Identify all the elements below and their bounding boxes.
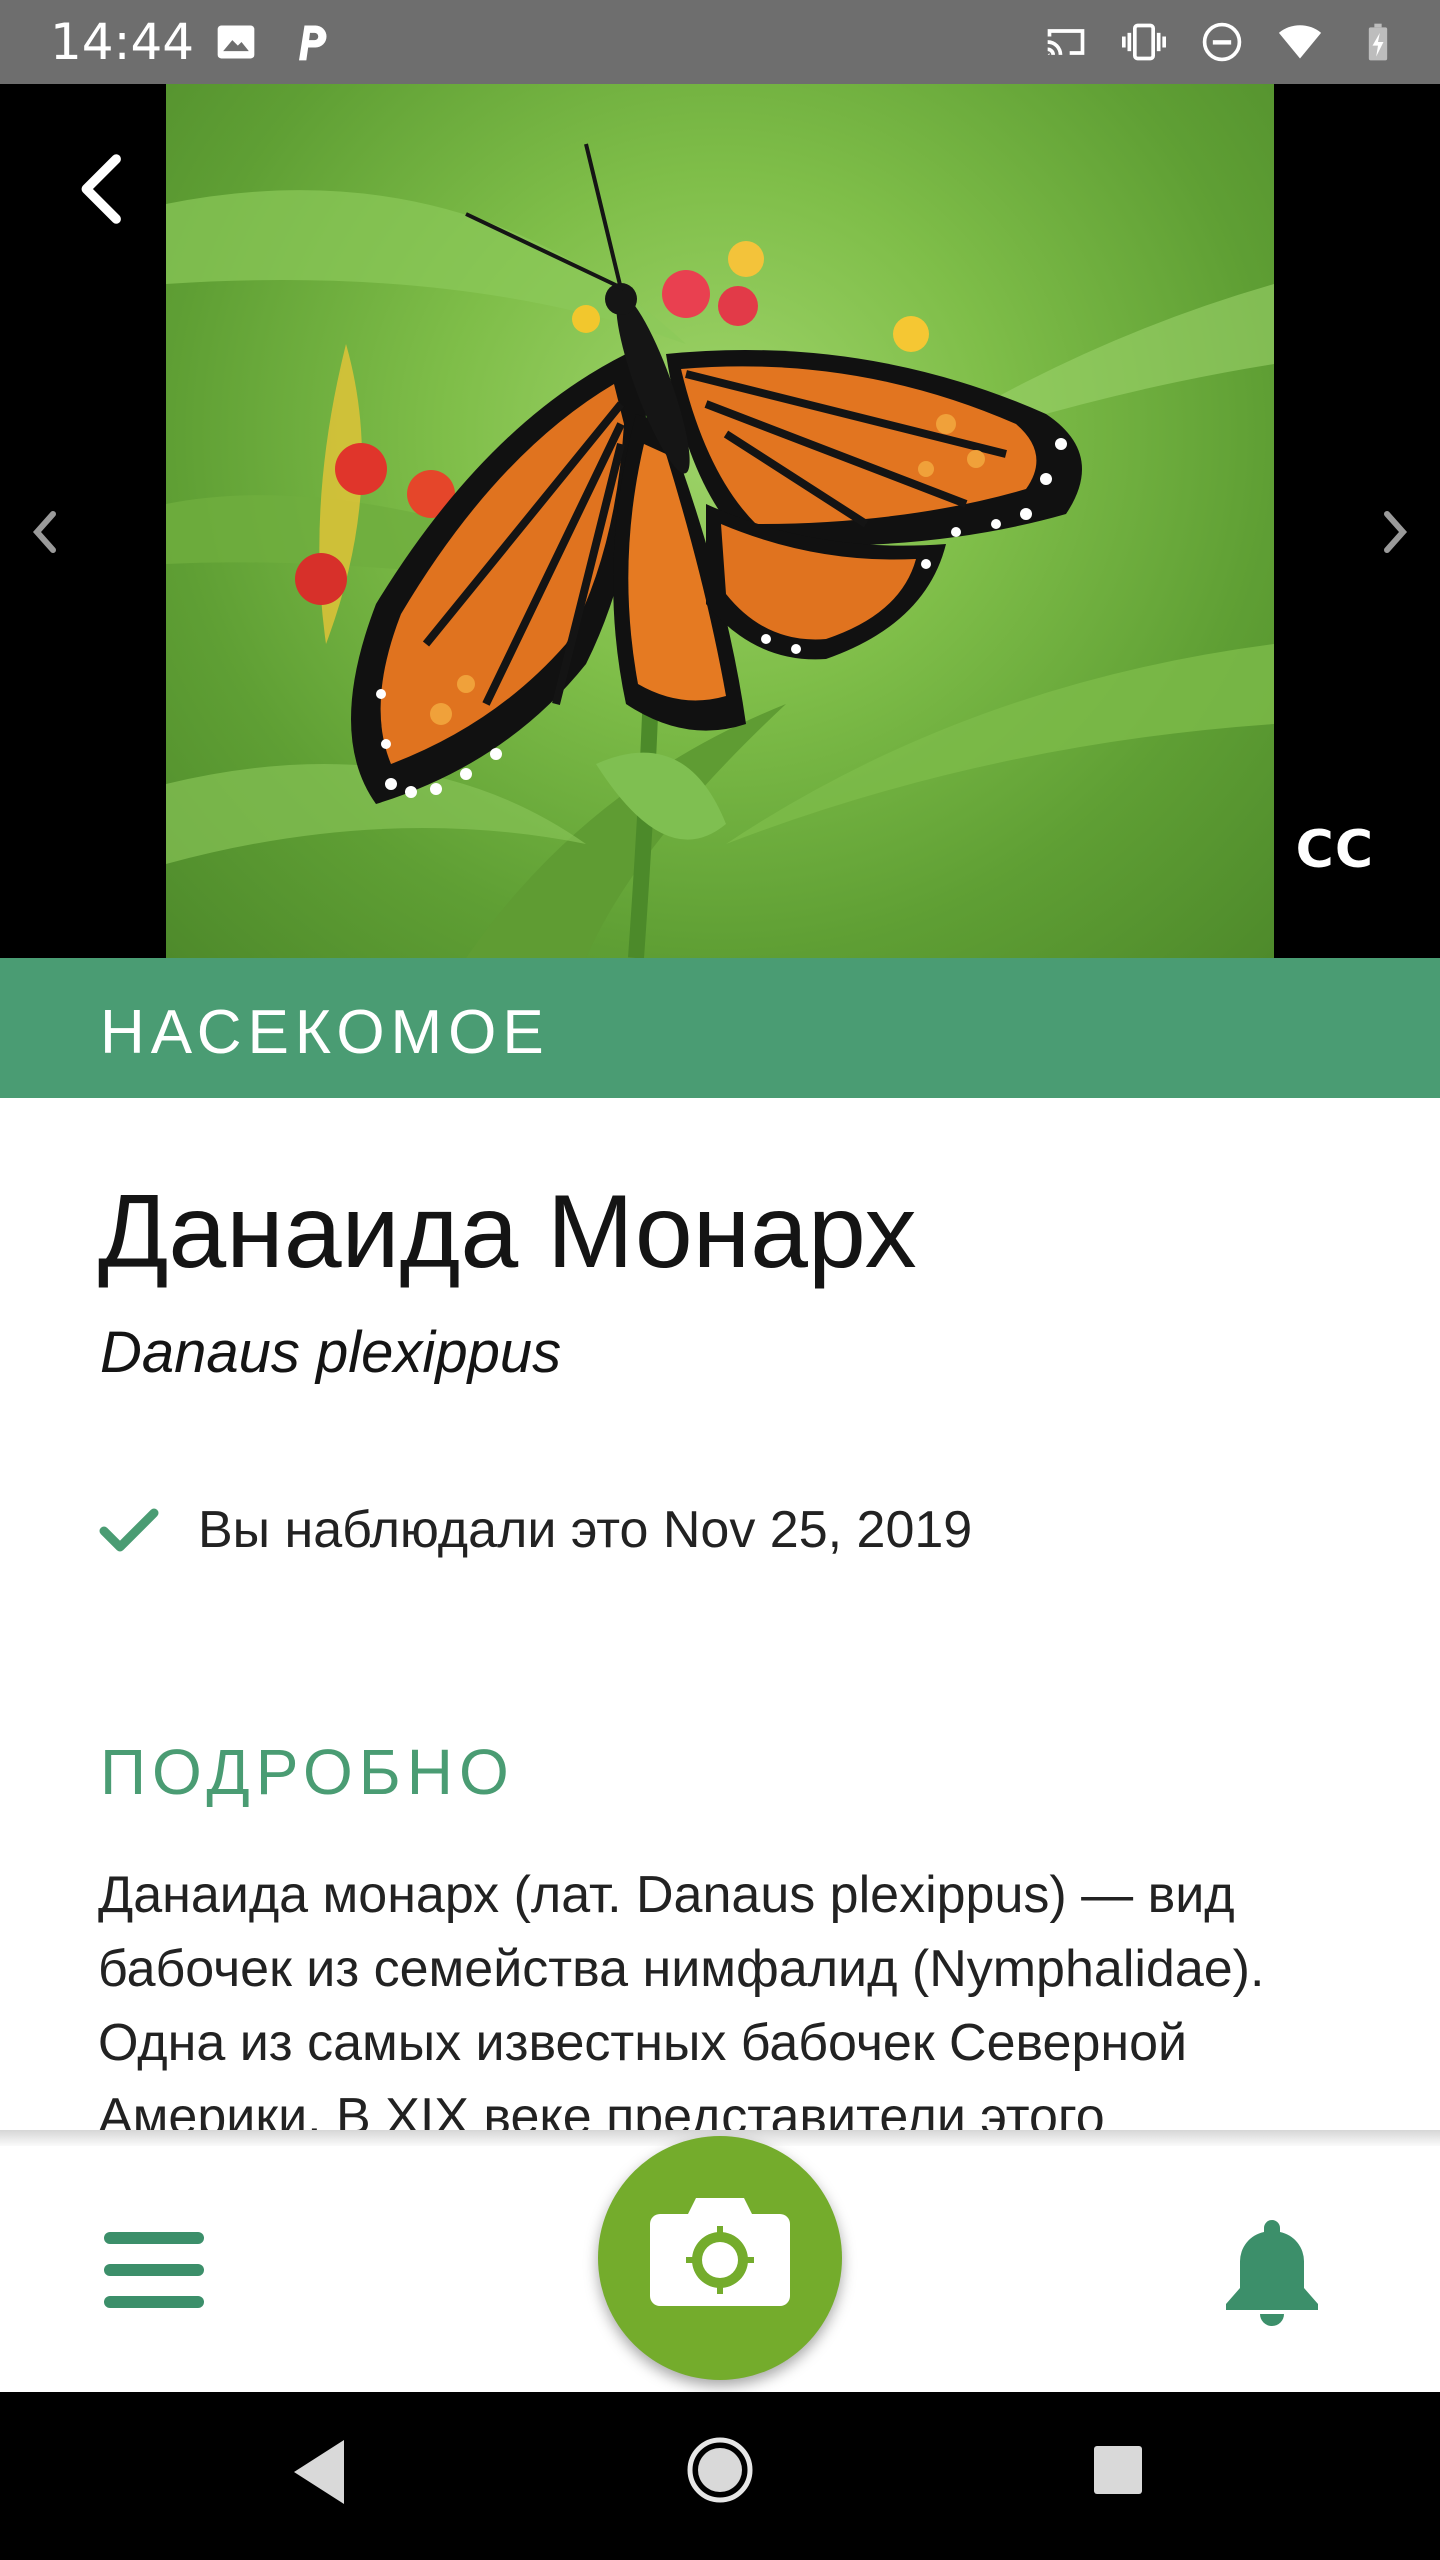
- system-recents-icon[interactable]: [1092, 2444, 1144, 2496]
- system-navigation-bar: [0, 2392, 1440, 2560]
- status-right-icons: [1044, 20, 1400, 64]
- system-home-icon[interactable]: [686, 2436, 754, 2504]
- cast-icon: [1047, 29, 1085, 55]
- back-arrow-icon[interactable]: [60, 144, 150, 234]
- vibrate-icon: [1122, 23, 1166, 61]
- checkmark-icon: [99, 1508, 159, 1552]
- species-common-name: Данаида Монарх: [98, 1174, 917, 1290]
- camera-button[interactable]: [598, 2136, 842, 2380]
- menu-icon[interactable]: [104, 2226, 204, 2316]
- butterfly-photo-illustration: [166, 143, 1274, 958]
- system-back-icon[interactable]: [288, 2436, 350, 2508]
- battery-icon: [1368, 23, 1388, 61]
- species-detail-screen: 14:44 CC НАСЕКОМОЕ Данаида Монарх Danaus…: [0, 0, 1440, 2560]
- observed-row: Вы наблюдали это Nov 25, 2019: [98, 1498, 972, 1562]
- species-scientific-name: Danaus plexippus: [100, 1320, 562, 1385]
- species-content[interactable]: Данаида Монарх Danaus plexippus Вы наблю…: [0, 1098, 1440, 2132]
- observed-date-text: Вы наблюдали это Nov 25, 2019: [198, 1501, 973, 1559]
- status-bar: 14:44: [0, 0, 1440, 84]
- status-time: 14:44: [50, 13, 195, 71]
- species-description: Данаида монарх (лат. Danaus plexippus) —…: [98, 1866, 1265, 2132]
- next-photo-icon[interactable]: [1370, 502, 1420, 562]
- bottom-action-bar: [0, 2136, 1440, 2392]
- wifi-icon: [1278, 25, 1322, 59]
- do-not-disturb-icon: [1202, 22, 1242, 62]
- category-band: НАСЕКОМОЕ: [0, 958, 1440, 1098]
- details-section-title: ПОДРОБНО: [100, 1736, 515, 1808]
- camera-icon: [650, 2198, 790, 2306]
- photo-carousel[interactable]: CC: [0, 84, 1440, 958]
- status-left-icons: [214, 20, 332, 64]
- category-label: НАСЕКОМОЕ: [100, 998, 550, 1067]
- image-icon: [217, 25, 255, 59]
- p-icon: [299, 25, 327, 61]
- previous-photo-icon[interactable]: [20, 502, 70, 562]
- license-button[interactable]: CC: [1296, 820, 1374, 880]
- species-photo[interactable]: [166, 84, 1274, 958]
- bell-icon[interactable]: [1220, 2216, 1324, 2326]
